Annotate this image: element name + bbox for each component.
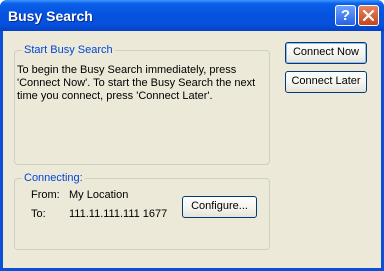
dialog-window: Busy Search ? Start Busy Search To begin… xyxy=(0,0,384,271)
from-value: My Location xyxy=(69,189,129,201)
start-busy-search-label: Start Busy Search xyxy=(22,44,115,56)
dialog-body: Start Busy Search To begin the Busy Sear… xyxy=(3,31,381,268)
window-title: Busy Search xyxy=(8,8,93,24)
help-icon: ? xyxy=(340,7,351,24)
to-label: To: xyxy=(31,208,46,220)
connect-later-button[interactable]: Connect Later xyxy=(285,71,367,93)
connecting-label: Connecting: xyxy=(22,172,85,184)
close-icon xyxy=(363,10,374,21)
configure-button[interactable]: Configure... xyxy=(182,196,257,218)
to-value: 111.11.111.111 1677 xyxy=(69,208,168,220)
start-busy-search-description: To begin the Busy Search immediately, pr… xyxy=(17,64,256,102)
connect-now-button[interactable]: Connect Now xyxy=(285,42,367,64)
title-bar[interactable]: Busy Search ? xyxy=(0,0,384,31)
from-label: From: xyxy=(31,189,60,201)
close-button[interactable] xyxy=(358,5,379,26)
help-button[interactable]: ? xyxy=(335,5,356,26)
